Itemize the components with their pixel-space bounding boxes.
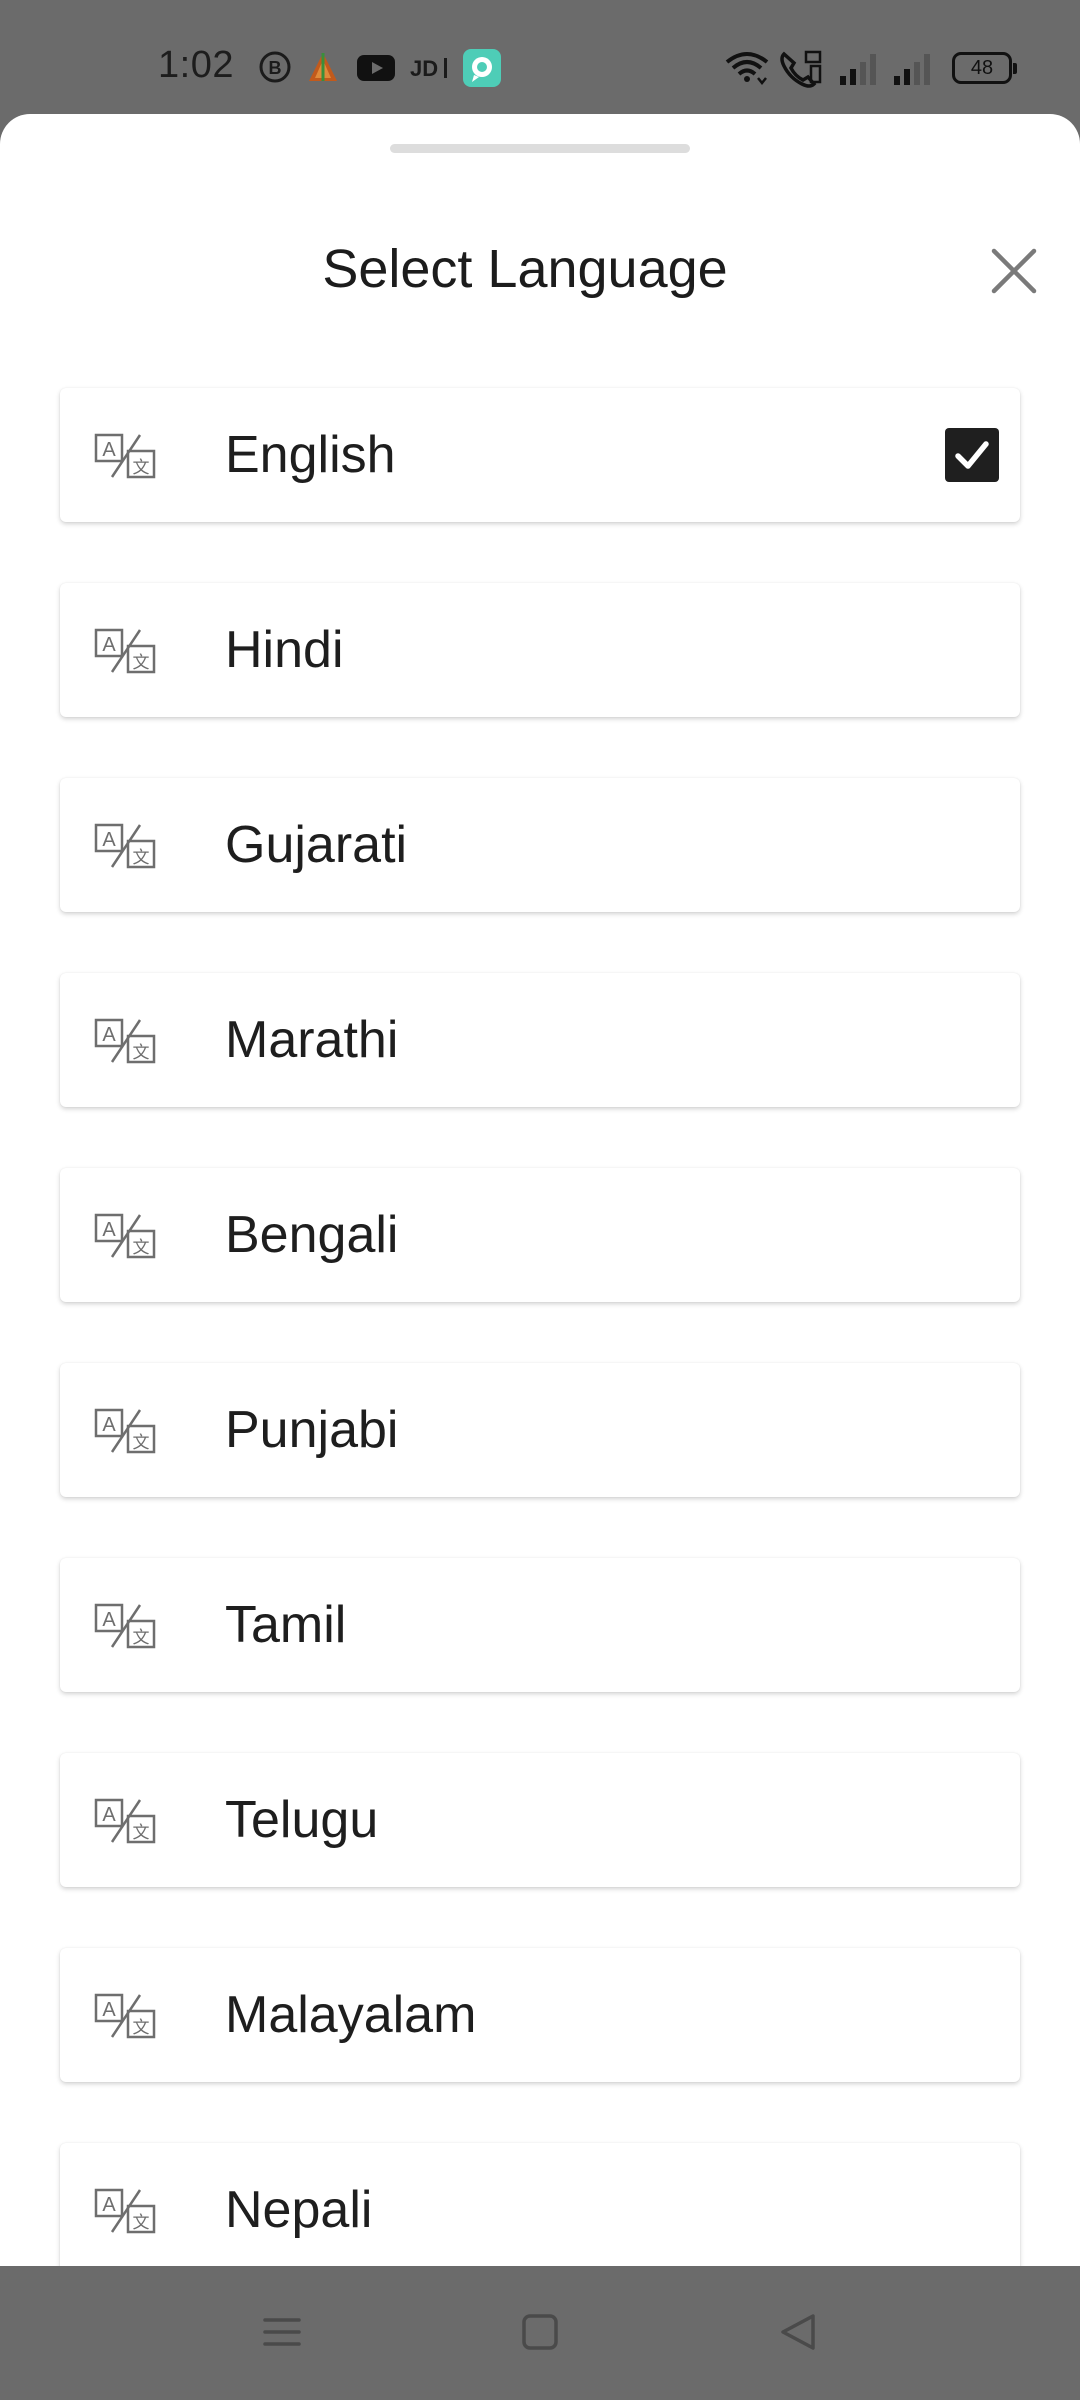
svg-text:文: 文 [133,1043,150,1062]
battery-level: 48 [970,57,994,79]
status-time: 1:02 [158,44,234,86]
language-item[interactable]: A 文 Bengali [60,1168,1020,1302]
svg-text:文: 文 [133,1238,150,1257]
home-icon[interactable] [520,2312,560,2352]
language-label: Telugu [225,1791,379,1849]
drag-handle[interactable] [390,144,690,153]
language-label: Punjabi [225,1401,399,1459]
battery-icon: 48 [952,52,1017,84]
language-label: Gujarati [225,816,408,874]
pyramid-app-icon [309,53,337,81]
language-item[interactable]: A 文 Telugu [60,1753,1020,1887]
translate-icon: A文 [94,433,156,479]
language-item[interactable]: A 文 Malayalam [60,1948,1020,2082]
svg-text:文: 文 [133,2213,150,2232]
svg-text:A: A [102,2194,116,2216]
translate-icon: A文 [94,823,156,869]
svg-text:文: 文 [133,458,150,477]
close-icon [991,248,1037,294]
svg-text:A: A [102,1024,116,1046]
svg-text:A: A [102,1219,116,1241]
translate-icon: A文 [94,1603,156,1649]
translate-icon: A文 [94,1993,156,2039]
language-label: English [225,426,396,484]
wifi-icon [725,52,769,86]
svg-text:文: 文 [133,1628,150,1647]
signal-sim1-icon [840,54,876,85]
language-bottom-sheet: Select Language A 文 English A 文 Hindi A 文 Gujara… [0,114,1080,2266]
status-bar: 1:02 B JD 48 [0,0,1080,118]
svg-text:文: 文 [133,653,150,672]
signal-sim2-icon [894,54,930,85]
svg-text:文: 文 [133,2018,150,2037]
translate-icon: A文 [94,1798,156,1844]
youtube-icon [357,55,395,81]
svg-text:A: A [102,1414,116,1436]
svg-text:B: B [269,58,282,78]
b-app-icon: B [259,51,291,83]
chat-app-icon [463,49,501,87]
translate-icon: A文 [94,2188,156,2234]
svg-text:JD: JD [410,56,438,81]
language-item[interactable]: A 文 English [60,388,1020,522]
sheet-title: Select Language [322,239,728,299]
svg-text:文: 文 [133,848,150,867]
screen: 1:02 B JD 48 Select Language A 文 English… [0,0,1080,2400]
language-label: Nepali [225,2181,373,2239]
svg-text:A: A [102,634,116,656]
language-item[interactable]: A 文 Gujarati [60,778,1020,912]
language-item[interactable]: A 文 Tamil [60,1558,1020,1692]
close-button[interactable] [983,240,1045,302]
language-item[interactable]: A 文 Nepali [60,2143,1020,2266]
svg-text:文: 文 [133,1823,150,1842]
navigation-bar [0,2266,1080,2400]
menu-icon[interactable] [262,2312,302,2352]
selected-checkbox[interactable] [945,428,999,482]
language-item[interactable]: A 文 Marathi [60,973,1020,1107]
jd-app-icon: JD [410,56,447,81]
volte-call-icon [780,50,822,88]
language-label: Bengali [225,1206,399,1264]
language-label: Marathi [225,1011,399,1069]
language-item[interactable]: A 文 Hindi [60,583,1020,717]
translate-icon: A文 [94,1213,156,1259]
svg-text:A: A [102,1804,116,1826]
checkmark-icon [955,441,989,469]
translate-icon: A文 [94,1408,156,1454]
svg-text:A: A [102,829,116,851]
language-list: A 文 English A 文 Hindi A 文 Gujarati A 文 Marathi A 文 Ben… [60,388,1020,2266]
language-label: Malayalam [225,1986,477,2044]
back-icon[interactable] [778,2312,818,2352]
translate-icon: A文 [94,628,156,674]
language-item[interactable]: A 文 Punjabi [60,1363,1020,1497]
language-label: Tamil [225,1596,347,1654]
translate-icon: A文 [94,1018,156,1064]
svg-text:A: A [102,1609,116,1631]
svg-text:A: A [102,439,116,461]
language-label: Hindi [225,621,344,679]
svg-text:文: 文 [133,1433,150,1452]
svg-text:A: A [102,1999,116,2021]
